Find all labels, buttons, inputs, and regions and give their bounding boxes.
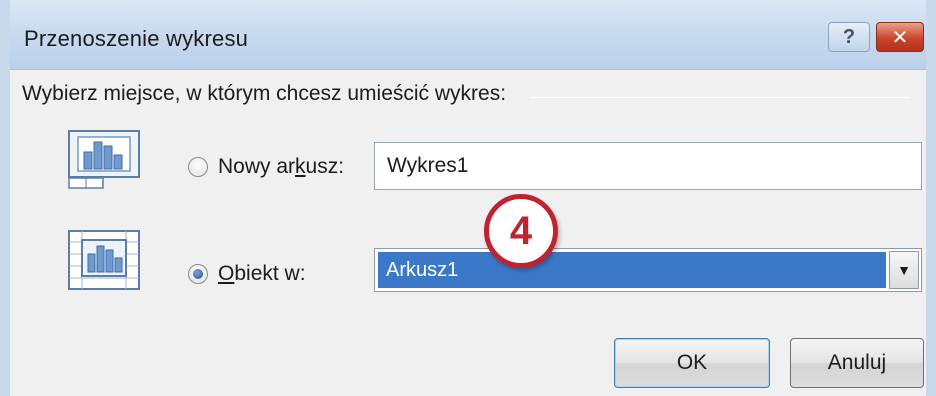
object-in-label[interactable]: Obiekt w: (218, 262, 306, 286)
dialog-title: Przenoszenie wykresu (24, 26, 249, 51)
help-button[interactable]: ? (828, 22, 870, 52)
help-icon: ? (842, 25, 856, 48)
new-sheet-radio[interactable] (188, 157, 208, 177)
radio-selected-dot (193, 269, 203, 279)
object-in-label-post: biekt w: (234, 262, 306, 285)
close-button[interactable]: ✕ (876, 22, 924, 52)
step-number-badge: 4 (484, 194, 558, 268)
ok-button[interactable]: OK (614, 338, 770, 388)
new-sheet-label[interactable]: Nowy arkusz: (218, 155, 344, 179)
embedded-chart-icon (68, 230, 140, 290)
title-bar: Przenoszenie wykresu ? ✕ (10, 0, 926, 70)
sheet-select[interactable]: Arkusz1 ▼ (374, 248, 922, 292)
object-in-radio[interactable] (188, 264, 208, 284)
move-chart-dialog: Przenoszenie wykresu ? ✕ Wybierz miejsce… (0, 0, 936, 396)
sheet-select-value: Arkusz1 (378, 252, 886, 288)
new-sheet-label-accel: k (295, 155, 306, 178)
new-sheet-name-input[interactable]: Wykres1 (374, 142, 922, 190)
dialog-content: Wybierz miejsce, w którym chcesz umieści… (10, 70, 926, 396)
instruction-text: Wybierz miejsce, w którym chcesz umieści… (22, 82, 517, 106)
close-icon: ✕ (891, 26, 909, 49)
chart-sheet-icon (68, 130, 140, 189)
new-sheet-label-pre: Nowy ar (218, 155, 296, 178)
new-sheet-label-post: usz: (305, 155, 345, 178)
dropdown-arrow-icon[interactable]: ▼ (889, 251, 919, 289)
separator-line (530, 97, 910, 98)
object-in-label-accel: O (218, 262, 235, 285)
cancel-button[interactable]: Anuluj (790, 338, 924, 388)
